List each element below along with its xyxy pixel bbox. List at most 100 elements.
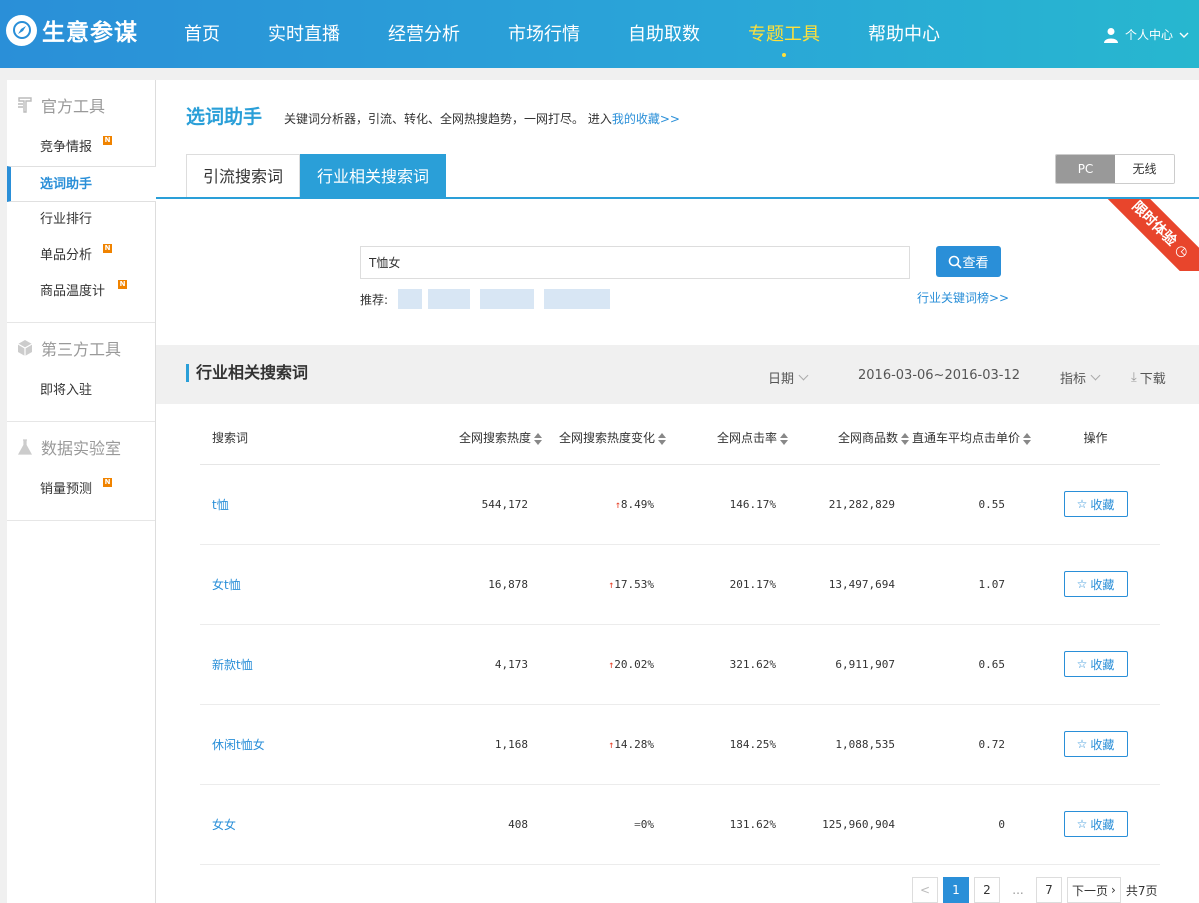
cell-heat: 408: [376, 784, 542, 865]
sidebar-item-competition[interactable]: 竞争情报 N: [7, 130, 155, 166]
recommend-tag-blurred[interactable]: [398, 289, 423, 309]
col-heat[interactable]: 全网搜索热度: [376, 412, 542, 465]
search-button[interactable]: 查看: [936, 246, 1001, 277]
cell-goods: 21,282,829: [788, 464, 909, 545]
date-dropdown[interactable]: 日期: [768, 368, 809, 387]
search-button-label: 查看: [962, 256, 989, 271]
nav-self-data[interactable]: 自助取数: [604, 0, 724, 68]
table-row: 休闲t恤女 1,168 ↑14.28% 184.25% 1,088,535 0.72 ☆ 收藏: [200, 704, 1160, 785]
nav-home[interactable]: 首页: [160, 0, 244, 68]
page-description-text: 关键词分析器，引流、转化、全网热搜趋势，一网打尽。 进入: [284, 112, 612, 126]
col-header-label: 直通车平均点击单价: [911, 431, 1020, 446]
col-header-label: 全网搜索热度: [458, 431, 531, 446]
sidebar-item-label: 商品温度计: [40, 284, 106, 299]
sidebar-group-title-text: 数据实验室: [41, 439, 122, 458]
col-ctr[interactable]: 全网点击率: [666, 412, 788, 465]
active-dot: [782, 53, 786, 57]
col-cpc[interactable]: 直通车平均点击单价: [909, 412, 1031, 465]
cell-action: ☆ 收藏: [1031, 704, 1160, 785]
cell-heat-change-value: 14.28%: [614, 737, 654, 751]
nav-live[interactable]: 实时直播: [244, 0, 364, 68]
favorite-button[interactable]: ☆ 收藏: [1063, 571, 1128, 597]
sort-icon: [1023, 432, 1031, 445]
brand-logo[interactable]: 生意参谋: [6, 13, 138, 47]
recommend-tag-blurred[interactable]: [544, 289, 611, 309]
favorite-button-label: 收藏: [1090, 657, 1115, 672]
recommend-tag-blurred[interactable]: [480, 289, 535, 309]
metric-dropdown[interactable]: 指标: [1060, 368, 1101, 387]
download-label: 下载: [1139, 372, 1166, 387]
user-menu[interactable]: 个人中心: [1103, 26, 1189, 43]
industry-keyword-rank-link[interactable]: 行业关键词榜>>: [917, 289, 1009, 306]
nav-business[interactable]: 经营分析: [364, 0, 484, 68]
favorite-button[interactable]: ☆ 收藏: [1063, 811, 1128, 837]
sidebar-group-title: 第三方工具: [7, 323, 155, 373]
star-icon: ☆: [1076, 817, 1088, 831]
sidebar-item-label: 选词助手: [40, 177, 93, 192]
keyword-link[interactable]: 女t恤: [200, 544, 376, 625]
table-row: t恤 544,172 ↑8.49% 146.17% 21,282,829 0.55 ☆ 收藏: [200, 464, 1160, 545]
sidebar-item-keyword-helper[interactable]: 选词助手: [7, 166, 156, 202]
new-badge: N: [103, 244, 112, 253]
nav-help[interactable]: 帮助中心: [844, 0, 964, 68]
col-keyword: 搜索词: [200, 412, 376, 465]
sidebar-item-label: 即将入驻: [40, 383, 93, 398]
section-header: 行业相关搜索词 日期 2016-03-06~2016-03-12 指标 ⤓ 下载: [156, 345, 1199, 404]
nav-market[interactable]: 市场行情: [484, 0, 604, 68]
next-page-label: 下一页: [1072, 883, 1109, 898]
cell-goods: 6,911,907: [788, 624, 909, 705]
sidebar-item-industry-rank[interactable]: 行业排行: [7, 202, 155, 238]
page-1-button[interactable]: 1: [943, 877, 969, 903]
trial-ribbon-label: 限时体验 ◷: [1107, 199, 1199, 271]
col-goods[interactable]: 全网商品数: [788, 412, 909, 465]
sidebar-item-thermometer[interactable]: 商品温度计 N: [7, 274, 155, 310]
chevron-down-icon: [1090, 370, 1101, 381]
keyword-link[interactable]: 女女: [200, 784, 376, 865]
favorite-button-label: 收藏: [1090, 497, 1115, 512]
page-description: 关键词分析器，引流、转化、全网热搜趋势，一网打尽。 进入我的收藏>>: [284, 110, 680, 127]
cell-heat-change: =0%: [542, 784, 666, 865]
prev-page-button[interactable]: <: [912, 877, 938, 903]
next-page-button[interactable]: 下一页 ›: [1067, 877, 1121, 903]
favorite-button[interactable]: ☆ 收藏: [1063, 731, 1128, 757]
cell-heat: 16,878: [376, 544, 542, 625]
top-nav-bar: 生意参谋 首页 实时直播 经营分析 市场行情 自助取数 专题工具 帮助中心 个人…: [0, 0, 1199, 68]
cell-ctr: 146.17%: [666, 464, 788, 545]
sidebar-item-label: 竞争情报: [40, 140, 93, 155]
device-pc-button[interactable]: PC: [1056, 155, 1115, 183]
sidebar-group-official: 官方工具 竞争情报 N 选词助手 行业排行 单品分析 N 商品温度计 N: [7, 80, 156, 323]
clock-icon: ◷: [1171, 241, 1192, 262]
keyword-link[interactable]: t恤: [200, 464, 376, 545]
col-heat-change[interactable]: 全网搜索热度变化: [542, 412, 666, 465]
cell-heat: 1,168: [376, 704, 542, 785]
trend-flat-icon: =: [634, 817, 641, 831]
sidebar-item-sales-forecast[interactable]: 销量预测 N: [7, 472, 155, 508]
tab-traffic-keywords[interactable]: 引流搜索词: [186, 154, 301, 198]
device-mobile-button[interactable]: 无线: [1115, 155, 1174, 183]
favorite-button[interactable]: ☆ 收藏: [1063, 651, 1128, 677]
sidebar-item-product-analysis[interactable]: 单品分析 N: [7, 238, 155, 274]
download-button[interactable]: ⤓ 下载: [1131, 368, 1166, 387]
trial-ribbon: 限时体验 ◷: [1107, 199, 1199, 271]
nav-special-tools[interactable]: 专题工具: [724, 0, 844, 68]
sidebar-item-label: 单品分析: [40, 248, 93, 263]
search-input[interactable]: [360, 246, 910, 279]
cell-goods: 1,088,535: [788, 704, 909, 785]
col-header-label: 全网搜索热度变化: [558, 431, 655, 446]
sidebar-item-coming-soon[interactable]: 即将入驻: [7, 373, 155, 409]
recommend-tag-blurred[interactable]: [428, 289, 471, 309]
new-badge: N: [118, 280, 127, 289]
brand-name: 生意参谋: [42, 20, 138, 46]
tab-industry-keywords[interactable]: 行业相关搜索词: [300, 154, 447, 198]
download-icon: ⤓: [1131, 370, 1137, 385]
cell-ctr: 131.62%: [666, 784, 788, 865]
page-2-button[interactable]: 2: [974, 877, 1000, 903]
my-favorites-link[interactable]: 我的收藏>>: [612, 112, 680, 126]
cell-goods: 125,960,904: [788, 784, 909, 865]
keyword-link[interactable]: 休闲t恤女: [200, 704, 376, 785]
keyword-link[interactable]: 新款t恤: [200, 624, 376, 705]
favorite-button[interactable]: ☆ 收藏: [1063, 491, 1128, 517]
main-content: 选词助手 关键词分析器，引流、转化、全网热搜趋势，一网打尽。 进入我的收藏>> …: [156, 80, 1199, 903]
cell-cpc: 0.65: [909, 624, 1031, 705]
page-last-button[interactable]: 7: [1036, 877, 1062, 903]
